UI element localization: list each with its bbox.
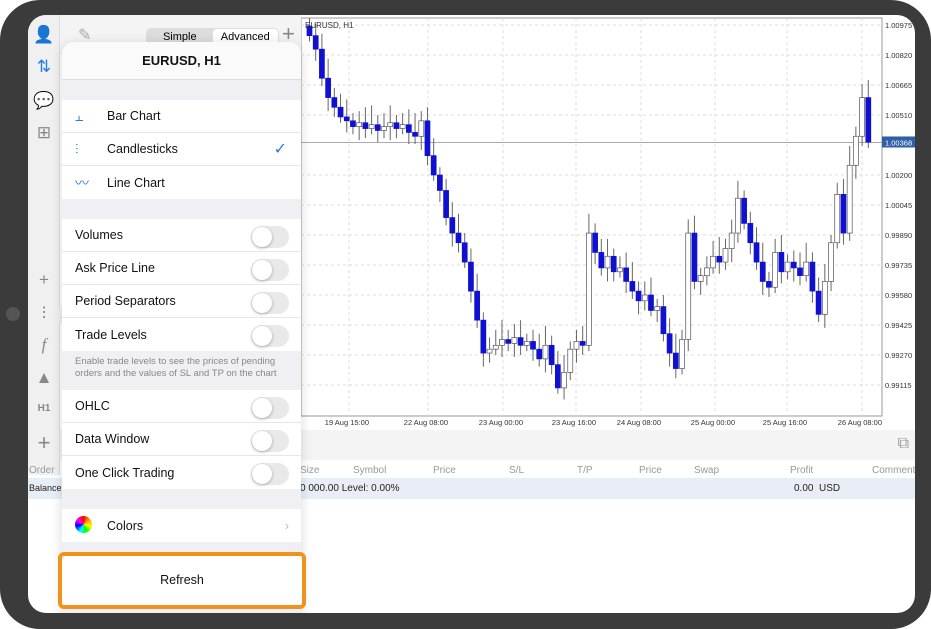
- column-header: Order: [29, 465, 55, 476]
- profit-value: 0.00: [794, 483, 814, 494]
- setting-volumes: Volumes: [62, 219, 301, 252]
- column-header: T/P: [577, 465, 593, 476]
- trade-levels-note: Enable trade levels to see the prices of…: [75, 356, 277, 379]
- column-header: Size: [300, 465, 320, 476]
- price-tick: 1.00820: [885, 51, 912, 60]
- colors-label: Colors: [107, 518, 144, 533]
- toggle-switch[interactable]: [251, 397, 289, 419]
- timeframe-button[interactable]: H1: [28, 403, 60, 414]
- expand-icon[interactable]: ⧉: [898, 435, 909, 453]
- setting-ohlc: OHLC: [62, 390, 301, 423]
- toggle-switch[interactable]: [251, 226, 289, 248]
- price-tick: 1.00045: [885, 201, 912, 210]
- chart-type-bar-chart[interactable]: ⫠ Bar Chart: [62, 100, 301, 133]
- line-chart-icon: 〰: [75, 174, 89, 191]
- setting-label: Period Separators: [75, 294, 176, 308]
- price-tick: 0.99580: [885, 291, 912, 300]
- setting-period-separators: Period Separators: [62, 285, 301, 318]
- price-tick: 0.99270: [885, 351, 912, 360]
- chart-type-label: Bar Chart: [107, 109, 161, 123]
- chart-type-label: Candlesticks: [107, 142, 178, 156]
- chart-type-label: Line Chart: [107, 175, 165, 190]
- price-tick: 0.99735: [885, 261, 912, 270]
- chart-symbol-label: EURUSD, H1: [305, 21, 354, 30]
- balance-text: 0 000.00 Level: 0.00%: [300, 483, 400, 494]
- time-tick: 22 Aug 08:00: [404, 418, 448, 427]
- column-header: S/L: [509, 465, 525, 476]
- column-header: Comment: [872, 465, 915, 476]
- time-tick: 23 Aug 00:00: [479, 418, 523, 427]
- setting-label: Volumes: [75, 228, 123, 242]
- candlestick-icon: ⫶: [75, 140, 79, 157]
- checkmark-icon: ✓: [273, 141, 287, 158]
- time-tick: 23 Aug 16:00: [552, 418, 596, 427]
- indicator-icon[interactable]: f: [28, 335, 60, 355]
- time-tick: 26 Aug 08:00: [838, 418, 882, 427]
- new-document-icon[interactable]: ⊞: [28, 123, 60, 143]
- colors-item[interactable]: Colors ›: [62, 509, 301, 542]
- toggle-switch[interactable]: [251, 259, 289, 281]
- price-tick: 1.00665: [885, 81, 912, 90]
- setting-label: OHLC: [75, 399, 110, 413]
- home-button[interactable]: [6, 307, 20, 321]
- account-icon[interactable]: 👤: [28, 25, 60, 45]
- price-tick: 0.99115: [885, 381, 912, 390]
- price-tick: 1.00510: [885, 111, 912, 120]
- popover-title: EURUSD, H1: [62, 42, 301, 80]
- screen: 👤 ⇅ 💬 ⊞ + ⫶ f ▲ H1 + ✎ Simple Advanced +…: [28, 15, 915, 613]
- time-tick: 19 Aug 15:00: [325, 418, 369, 427]
- price-tick: 0.99890: [885, 231, 912, 240]
- toggle-switch[interactable]: [251, 325, 289, 347]
- candle: [685, 219, 692, 352]
- add-icon[interactable]: +: [28, 430, 60, 456]
- left-toolbar: 👤 ⇅ 💬 ⊞ + ⫶ f ▲ H1 +: [28, 15, 60, 475]
- setting-label: Trade Levels: [75, 327, 147, 342]
- time-tick: 25 Aug 16:00: [763, 418, 807, 427]
- color-wheel-icon: [75, 515, 107, 536]
- time-tick: 25 Aug 00:00: [691, 418, 735, 427]
- setting-label: Data Window: [75, 432, 150, 446]
- setting-ask-price-line: Ask Price Line: [62, 252, 301, 285]
- column-header: Profit: [790, 465, 814, 476]
- candle: [586, 213, 592, 352]
- price-tick: 0.99425: [885, 321, 912, 330]
- setting-one-click-trading: One Click Trading: [62, 456, 301, 489]
- bar-chart-icon: ⫠: [75, 107, 84, 124]
- price-tick: 1.00200: [885, 171, 912, 180]
- currency: USD: [819, 483, 841, 494]
- chart-type-candlesticks[interactable]: ⫶ Candlesticks ✓: [62, 133, 301, 166]
- setting-label: One Click Trading: [75, 465, 175, 480]
- toggle-switch[interactable]: [251, 430, 289, 452]
- refresh-button[interactable]: Refresh: [58, 552, 306, 609]
- column-header: Price: [639, 465, 662, 476]
- setting-label: Ask Price Line: [75, 261, 155, 275]
- setting-trade-levels: Trade Levels: [62, 318, 301, 351]
- trade-icon[interactable]: ⇅: [28, 57, 60, 77]
- price-chart[interactable]: 1.00975 1.00820 1.00665 1.00510 1.00200 1.000…: [301, 15, 915, 430]
- crosshair-icon[interactable]: +: [28, 270, 60, 290]
- setting-data-window: Data Window: [62, 423, 301, 456]
- objects-icon[interactable]: ▲: [28, 368, 60, 388]
- chart-settings-popover: EURUSD, H1 ⫠ Bar Chart ⫶ Candlesticks ✓ 〰 Line…: [62, 42, 301, 613]
- column-header: Price: [433, 465, 456, 476]
- column-header: Symbol: [353, 465, 387, 476]
- chart-type-line-chart[interactable]: 〰 Line Chart: [62, 166, 301, 199]
- chevron-right-icon: ›: [284, 518, 289, 533]
- chat-icon[interactable]: 💬: [28, 91, 60, 111]
- toggle-switch[interactable]: [251, 292, 289, 314]
- current-price-label: 1.00368: [885, 138, 912, 147]
- column-header: Swap: [694, 465, 720, 476]
- price-tick: 1.00975: [885, 21, 912, 30]
- toggle-switch[interactable]: [251, 463, 289, 485]
- balance-label: Balance: [29, 483, 62, 493]
- time-tick: 24 Aug 08:00: [617, 418, 661, 427]
